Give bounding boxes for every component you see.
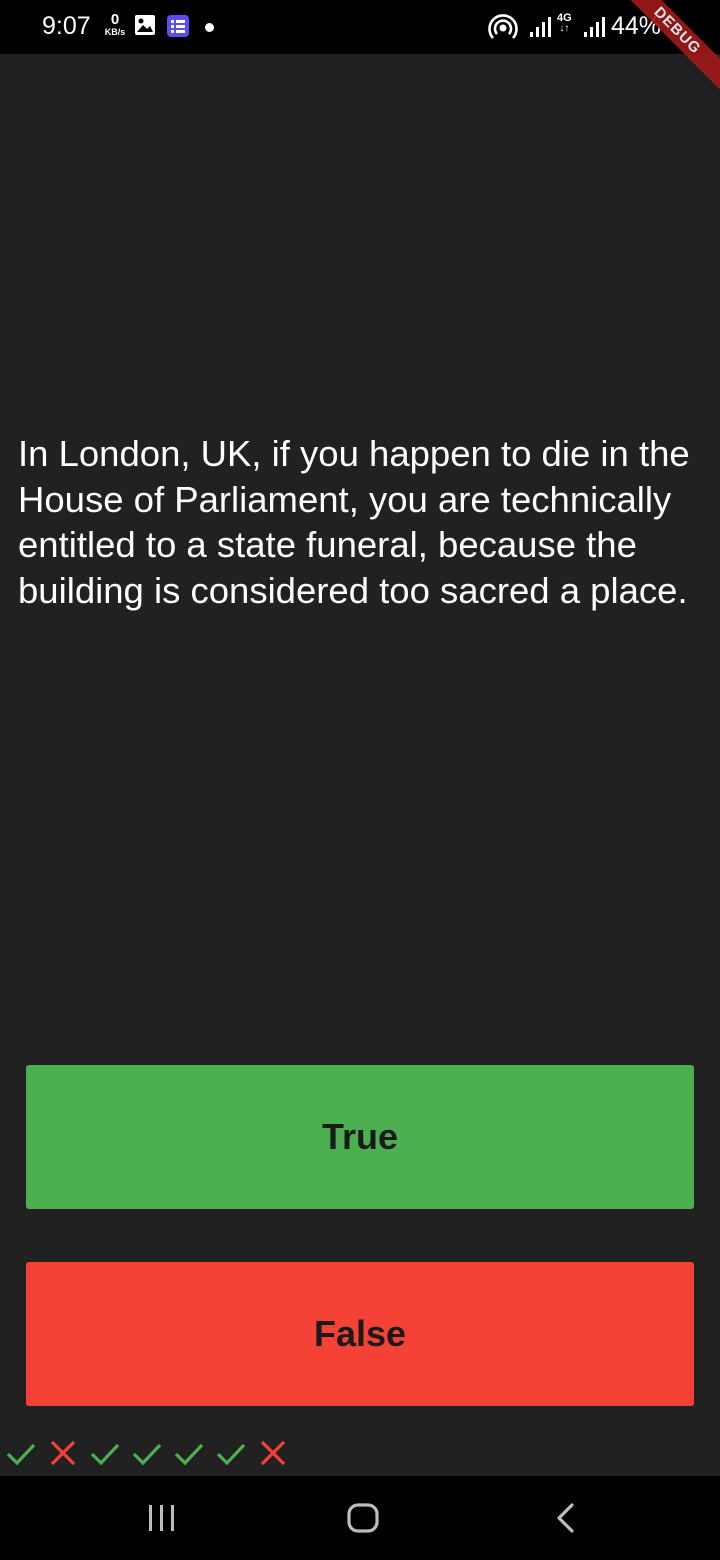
check-icon [90,1443,120,1466]
status-bar: 9:07 0 KB/s 4G ↓↑ 44% [0,0,720,54]
false-button[interactable]: False [26,1262,694,1406]
back-icon[interactable] [552,1502,580,1539]
recents-icon[interactable] [146,1502,178,1539]
network-speed-unit: KB/s [104,27,126,37]
status-time: 9:07 [42,12,91,40]
cross-icon [260,1440,286,1466]
signal-icon [528,15,552,44]
gallery-icon [134,14,156,41]
network-type-indicator: 4G ↓↑ [557,13,572,34]
data-arrows-icon: ↓↑ [559,23,570,34]
true-button-label: True [321,1116,399,1157]
true-button[interactable]: True [26,1065,694,1209]
notification-dot-icon [205,23,214,32]
signal-icon [582,15,606,44]
navigation-bar [0,1476,720,1560]
check-icon [132,1443,162,1466]
check-icon [216,1443,246,1466]
quiz-screen: 9:07 0 KB/s 4G ↓↑ 44% DEBUG In London, U… [0,0,720,1560]
false-button-label: False [313,1313,407,1354]
home-icon[interactable] [346,1502,380,1539]
app-notification-icon [166,14,190,43]
check-icon [174,1443,204,1466]
network-speed-indicator: 0 KB/s [101,12,129,37]
hotspot-icon [488,12,518,47]
check-icon [6,1443,36,1466]
network-speed-value: 0 [110,11,120,28]
question-text: In London, UK, if you happen to die in t… [18,433,690,611]
cross-icon [50,1440,76,1466]
score-keeper [5,1437,289,1471]
